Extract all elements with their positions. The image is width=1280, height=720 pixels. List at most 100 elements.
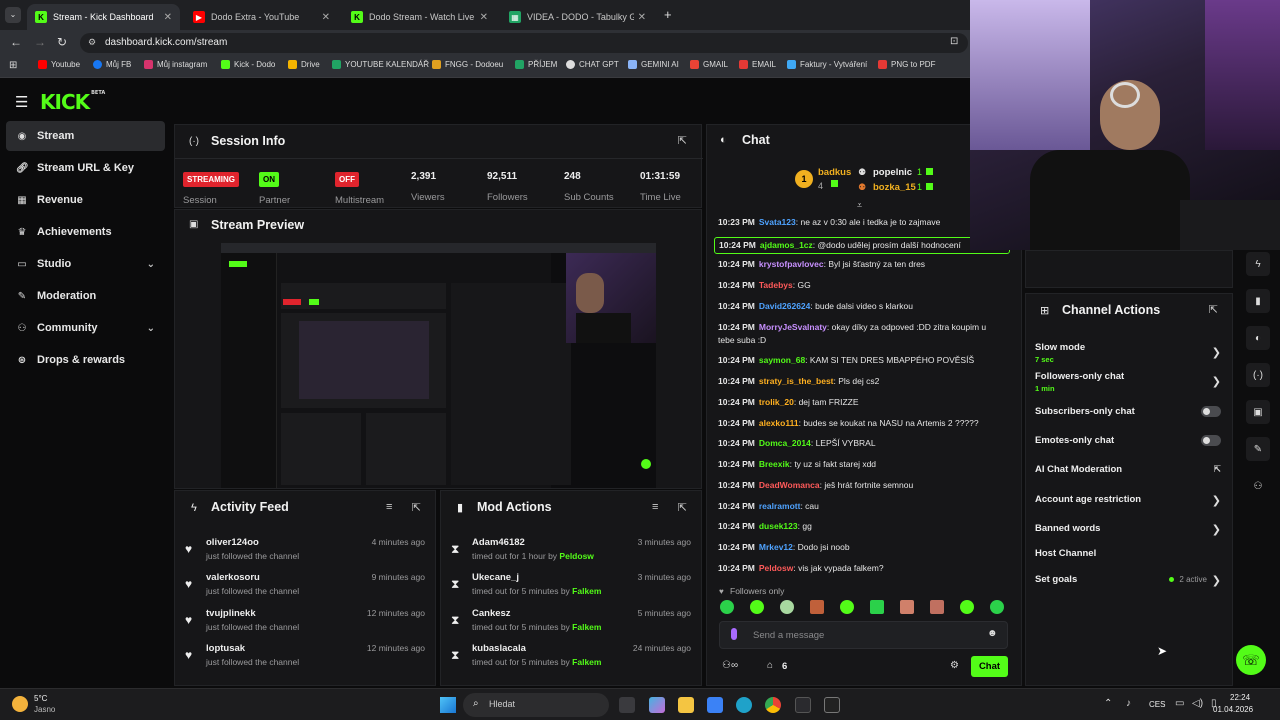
followers-only-item[interactable]: Followers-only chat 1 min ❯	[1035, 371, 1225, 393]
bookmark-png-to-pdf[interactable]: PNG to PDF	[878, 60, 935, 69]
emote-icon[interactable]	[900, 600, 914, 614]
bookmark-chatgpt[interactable]: CHAT GPT	[566, 60, 619, 69]
bookmark-kick[interactable]: Kick - Dodo	[221, 60, 275, 69]
emote-icon[interactable]	[990, 600, 1004, 614]
sidebar-item-drops-rewards[interactable]: ⊛ Drops & rewards	[6, 345, 165, 375]
sidebar-item-stream-url-key[interactable]: 🔗︎ Stream URL & Key	[6, 153, 165, 183]
edge-icon[interactable]	[736, 697, 752, 713]
set-goals-item[interactable]: Set goals 2 active ❯	[1035, 574, 1225, 587]
broadcast-icon[interactable]: (·)	[1246, 363, 1270, 387]
emote-icon[interactable]	[750, 600, 764, 614]
host-channel-item[interactable]: Host Channel	[1035, 548, 1225, 559]
slow-mode-item[interactable]: Slow mode 7 sec ❯	[1035, 342, 1225, 364]
emote-icon[interactable]	[930, 600, 944, 614]
account-age-item[interactable]: Account age restriction ❯	[1035, 494, 1225, 507]
ai-chat-moderation-item[interactable]: AI Chat Moderation ⇱	[1035, 464, 1225, 475]
url-field[interactable]: ⚙ dashboard.kick.com/stream ⊡	[80, 33, 968, 53]
filter-icon[interactable]: ≡	[386, 501, 392, 513]
weather-temp[interactable]: 5°C	[34, 694, 47, 703]
bookmark-fngg[interactable]: FNGG - Dodoeu	[432, 60, 503, 69]
mod-icon[interactable]: ▮	[1246, 289, 1270, 313]
task-view-icon[interactable]	[619, 697, 635, 713]
language-indicator[interactable]: CES	[1149, 700, 1165, 709]
bookmark-facebook[interactable]: Můj FB	[93, 60, 131, 69]
send-chat-button[interactable]: Chat	[971, 656, 1008, 677]
community-icon[interactable]: ⚇	[1246, 474, 1270, 498]
bookmark-gmail[interactable]: GMAIL	[690, 60, 728, 69]
tab-kick-dashboard[interactable]: K Stream - Kick Dashboard ✕	[27, 4, 180, 30]
clock-date[interactable]: 01.04.2026	[1213, 705, 1253, 714]
popout-icon[interactable]: ⇱	[678, 134, 687, 147]
start-button[interactable]	[440, 697, 456, 713]
close-icon[interactable]: ✕	[322, 12, 330, 23]
popout-icon[interactable]: ⇱	[412, 501, 421, 514]
banned-words-item[interactable]: Banned words ❯	[1035, 523, 1225, 536]
sidebar-item-community[interactable]: ⚇ Community ⌄	[6, 313, 165, 343]
back-icon[interactable]: ←	[10, 35, 22, 49]
screenshot-icon[interactable]: ⊡	[950, 36, 958, 47]
popout-icon[interactable]: ⇱	[1209, 303, 1218, 316]
subscribers-only-toggle[interactable]	[1201, 406, 1221, 417]
bookmark-instagram[interactable]: Můj instagram	[144, 60, 207, 69]
sidebar-item-revenue[interactable]: ▦ Revenue	[6, 185, 165, 215]
stream-preview-video[interactable]	[221, 243, 656, 488]
support-button[interactable]: ☏	[1236, 645, 1266, 675]
search-input[interactable]: ⌕ Hledat	[463, 693, 609, 717]
close-icon[interactable]: ✕	[638, 12, 646, 23]
bookmark-gemini[interactable]: GEMINI AI	[628, 60, 679, 69]
emote-icon[interactable]	[810, 600, 824, 614]
new-tab-button[interactable]: +	[664, 7, 672, 22]
bookmark-youtube[interactable]: Youtube	[38, 60, 80, 69]
emote-icon[interactable]	[840, 600, 854, 614]
reload-icon[interactable]: ↻	[57, 35, 67, 49]
preview-icon[interactable]: ▣	[1246, 400, 1270, 424]
bookmark-faktury[interactable]: Faktury - Vytváření	[787, 60, 867, 69]
tab-search-button[interactable]: ⌄	[5, 7, 21, 23]
kick-logo[interactable]: KICK BETA	[40, 90, 105, 114]
emotes-only-toggle[interactable]	[1201, 435, 1221, 446]
forward-icon[interactable]: →	[34, 35, 46, 49]
emoji-icon[interactable]: ☻	[987, 628, 998, 639]
tab-youtube[interactable]: ▶ Dodo Extra - YouTube ✕	[185, 4, 338, 30]
volume-icon[interactable]: ◁)	[1192, 698, 1203, 709]
copilot-icon[interactable]	[649, 697, 665, 713]
epic-games-icon[interactable]	[824, 697, 840, 713]
menu-icon[interactable]: ☰	[15, 93, 28, 111]
pin-icon[interactable]: ⩡	[857, 200, 862, 211]
bookmark-email[interactable]: EMAIL	[739, 60, 776, 69]
community-icon[interactable]: ⚇∞	[722, 660, 738, 671]
close-icon[interactable]: ✕	[480, 12, 488, 23]
sidebar-item-achievements[interactable]: ♛ Achievements	[6, 217, 165, 247]
network-icon[interactable]: ▭	[1175, 698, 1184, 709]
bookmark-youtube-calendar[interactable]: YOUTUBE KALENDÁŘ	[332, 60, 429, 69]
emote-icon[interactable]	[780, 600, 794, 614]
mic-icon[interactable]	[731, 628, 737, 640]
wrench-icon[interactable]: ✎	[1246, 437, 1270, 461]
emote-icon[interactable]	[960, 600, 974, 614]
emote-icon[interactable]	[870, 600, 884, 614]
chat-input[interactable]: Send a message ☻	[719, 621, 1008, 649]
sidebar-item-moderation[interactable]: ✎ Moderation	[6, 281, 165, 311]
store-icon[interactable]	[707, 697, 723, 713]
emote-icon[interactable]	[720, 600, 734, 614]
filter-icon[interactable]: ≡	[652, 501, 658, 513]
clock-time[interactable]: 22:24	[1230, 693, 1250, 702]
bookmark-prijem[interactable]: PŘÍJEM	[515, 60, 557, 69]
file-explorer-icon[interactable]	[678, 697, 694, 713]
site-info-icon[interactable]: ⚙	[88, 37, 96, 48]
close-icon[interactable]: ✕	[164, 12, 172, 23]
tab-google-sheets[interactable]: ▦ VIDEA - DODO - Tabulky Googl ✕	[501, 4, 654, 30]
tab-kick-watch[interactable]: K Dodo Stream - Watch Live on Ki ✕	[343, 4, 496, 30]
chevron-up-icon[interactable]: ⌃	[1104, 698, 1112, 709]
popout-icon[interactable]: ⇱	[678, 501, 687, 514]
bookmark-drive[interactable]: Drive	[288, 60, 320, 69]
lightning-icon[interactable]: ϟ	[1246, 252, 1270, 276]
sidebar-item-studio[interactable]: ▭ Studio ⌄	[6, 249, 165, 279]
settings-icon[interactable]: ⚙	[950, 660, 959, 671]
mic-icon[interactable]: ♪	[1126, 698, 1131, 709]
apps-icon[interactable]: ⊞	[9, 60, 17, 71]
terminal-icon[interactable]	[795, 697, 811, 713]
sidebar-item-stream[interactable]: ◉ Stream	[6, 121, 165, 151]
chat-icon[interactable]: ◐	[1246, 326, 1270, 350]
chrome-icon[interactable]	[765, 697, 781, 713]
